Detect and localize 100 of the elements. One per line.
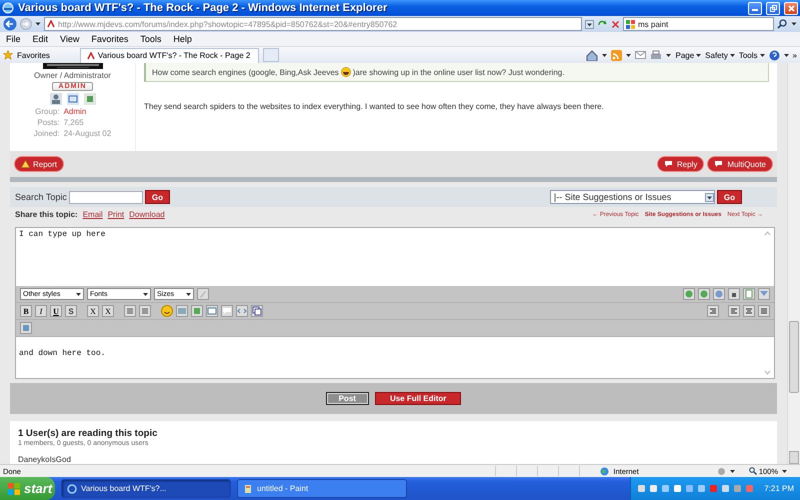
caret-icon	[730, 470, 735, 472]
scrollbar[interactable]	[787, 63, 800, 464]
command-menu[interactable]: Safety	[705, 50, 735, 60]
warning-icon	[21, 160, 30, 168]
share-link[interactable]: Print	[108, 210, 124, 219]
close-icon	[788, 4, 794, 12]
caret-icon	[696, 54, 702, 56]
caret-icon	[186, 292, 191, 296]
copy-icon[interactable]	[251, 305, 263, 317]
caret-icon	[760, 54, 765, 56]
dropdown-caret-icon[interactable]	[626, 54, 632, 56]
member-title: Owner / Administrator	[34, 71, 111, 80]
justify-icon[interactable]	[758, 305, 770, 317]
format-button[interactable]: X	[102, 305, 114, 317]
menu-item[interactable]: Favorites	[90, 34, 130, 44]
restore-button[interactable]	[766, 2, 780, 14]
format-button[interactable]: X	[87, 305, 99, 317]
menu-item[interactable]: File	[5, 34, 22, 44]
share-label: Share this topic:	[15, 210, 78, 219]
post-text: They send search spiders to the websites to index everything. I wanted to see how often they come, they have always been there.	[144, 102, 605, 111]
bulleted-list-icon[interactable]	[139, 305, 151, 317]
help-icon[interactable]	[768, 50, 780, 60]
search-provider-icon	[626, 20, 635, 28]
globe-icon	[600, 466, 610, 476]
reply-button[interactable]: MultiQuote	[708, 157, 772, 171]
reply-button[interactable]: Reply	[658, 157, 704, 171]
full-editor-button[interactable]: Use Full Editor	[374, 392, 462, 405]
profile-icon[interactable]	[50, 93, 62, 105]
menu-item[interactable]: Edit	[32, 34, 50, 44]
website-icon[interactable]	[84, 93, 96, 105]
share-link[interactable]: Download	[129, 210, 165, 219]
dropdown-caret-icon[interactable]	[602, 54, 608, 56]
home-icon[interactable]	[586, 50, 598, 60]
format-button[interactable]: I	[35, 305, 47, 317]
user-link[interactable]: DaneykoIsGod	[18, 455, 769, 464]
caret-icon	[730, 54, 735, 56]
search-topic-field[interactable]	[68, 190, 143, 204]
speech-bubble-icon	[714, 160, 724, 168]
menu-item[interactable]: View	[59, 34, 80, 44]
dropdown-caret-icon[interactable]	[585, 20, 594, 28]
clock: 7:21 PM	[764, 484, 794, 493]
editor-text: I can type up here	[19, 230, 106, 239]
address-field[interactable]: http://www.mjdevs.com/forums/index.php?showtopic=47895&pid=850762&st=20&#entry850762	[44, 17, 582, 31]
caret-icon	[76, 292, 81, 296]
format-button[interactable]: S	[65, 305, 77, 317]
dropdown-caret-icon[interactable]	[791, 22, 797, 26]
window-title: Various board WTF's? - The Rock - Page 2 - Windows Internet Explorer	[18, 2, 388, 14]
dropdown-caret-icon[interactable]	[666, 54, 672, 56]
search-icon[interactable]	[777, 19, 788, 29]
menu-item[interactable]: Help	[172, 34, 193, 44]
field-value: 24-August 02	[64, 129, 112, 138]
readers-title: 1 User(s) are reading this topic	[18, 428, 158, 439]
share-link[interactable]: Email	[82, 210, 103, 219]
dropdown-caret-icon[interactable]	[35, 22, 41, 26]
caret-icon	[143, 292, 148, 296]
align-left-icon[interactable]	[728, 305, 740, 317]
forum-select[interactable]: |-- Site Suggestions or Issues	[550, 190, 715, 204]
speech-bubble-icon	[664, 160, 674, 168]
feeds-icon[interactable]	[611, 50, 622, 60]
close-button[interactable]	[784, 2, 798, 14]
browser-tab[interactable]: Various board WTF's? - The Rock - Page 2	[80, 48, 259, 62]
star-icon[interactable]	[3, 50, 13, 60]
browser-logo-icon	[67, 484, 77, 494]
taskbar-button[interactable]: untitled - Paint	[237, 479, 407, 498]
quote-text: )are showing up in the online user list now? Just wondering.	[352, 68, 564, 76]
message-icon[interactable]	[66, 93, 78, 105]
search-label: Search Topic	[15, 192, 67, 202]
align-right-icon[interactable]	[707, 305, 719, 317]
code-icon[interactable]	[236, 305, 248, 317]
text-area[interactable]: I can type up here	[16, 228, 774, 286]
field-value: Admin	[64, 107, 88, 116]
more-commands-button[interactable]: »	[792, 50, 797, 60]
format-button[interactable]: B	[20, 305, 32, 317]
stop-icon[interactable]	[611, 20, 620, 28]
smiley-icon[interactable]	[161, 305, 173, 317]
taskbar-button[interactable]: Various board WTF's?...	[61, 479, 231, 498]
favicon-icon	[86, 52, 95, 60]
menu-item[interactable]: Tools	[139, 34, 162, 44]
search-field[interactable]: ms paint	[623, 17, 774, 31]
comment-icon[interactable]	[221, 305, 233, 317]
report-button[interactable]: Report	[15, 157, 64, 171]
format-button[interactable]: U	[50, 305, 62, 317]
favorites-button[interactable]: Favorites	[17, 50, 50, 60]
command-menu[interactable]: Tools	[738, 50, 765, 60]
text-area[interactable]: and down here too.	[16, 337, 774, 378]
go-button[interactable]: Go	[716, 190, 742, 204]
windows-flag-icon	[8, 482, 20, 494]
editor-text: and down here too.	[19, 349, 106, 358]
command-menu[interactable]: Page	[675, 50, 702, 60]
dropdown-caret-icon	[704, 192, 714, 202]
mail-icon[interactable]	[635, 51, 646, 59]
align-center-icon[interactable]	[743, 305, 755, 317]
favicon-icon	[47, 20, 55, 28]
go-button[interactable]: Go	[144, 190, 170, 204]
magnifier-icon	[748, 467, 757, 475]
field-label: Joined:	[34, 129, 60, 138]
field-value: 7,265	[64, 118, 85, 127]
dropdown-caret-icon[interactable]	[784, 54, 789, 56]
back-arrow-icon[interactable]	[3, 17, 17, 31]
minimize-button[interactable]	[748, 2, 762, 14]
